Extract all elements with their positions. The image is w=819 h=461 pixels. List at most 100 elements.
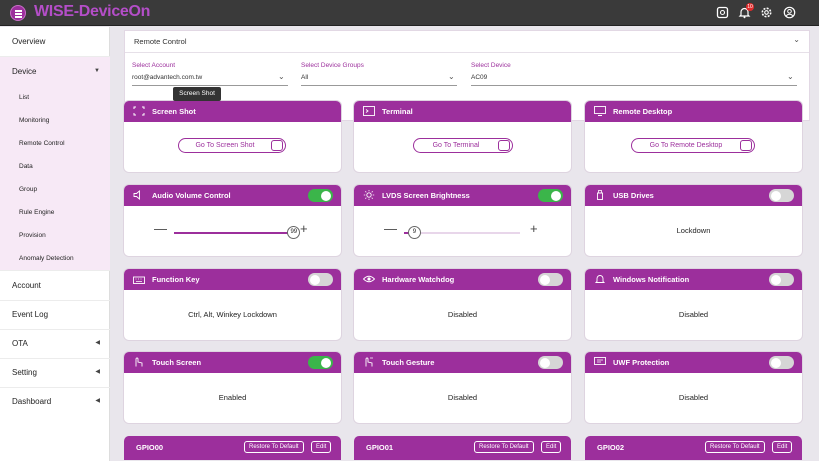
sidebar-item-data[interactable]: Data <box>0 155 110 178</box>
card-title: Audio Volume Control <box>152 191 231 200</box>
audio-toggle[interactable] <box>308 189 333 202</box>
status-text: Disabled <box>447 393 478 402</box>
brightness-slider-thumb[interactable]: 9 <box>407 226 421 239</box>
uwf-toggle[interactable] <box>769 356 794 369</box>
sidebar-item-label: Remote Control <box>19 140 65 147</box>
windows-notification-toggle[interactable] <box>769 273 794 286</box>
edit-button[interactable]: Edit <box>541 441 562 453</box>
device-select-label: Select Device <box>471 62 511 69</box>
chevron-down-icon[interactable]: ⌄ <box>787 72 794 81</box>
sidebar-item-provision[interactable]: Provision <box>0 224 110 247</box>
edit-button[interactable]: Edit <box>772 441 793 453</box>
user-icon[interactable] <box>783 6 796 19</box>
volume-slider-thumb[interactable]: 99 <box>287 226 301 239</box>
sidebar-item-setting[interactable]: Setting ◀ <box>0 358 110 387</box>
decrease-button[interactable]: — <box>154 222 167 235</box>
remote-desktop-card: Remote Desktop Go To Remote Desktop <box>585 101 802 172</box>
sidebar-item-remote-control[interactable]: Remote Control <box>0 132 110 155</box>
tooltip: Screen Shot <box>173 87 221 101</box>
increase-button[interactable]: + <box>300 222 308 235</box>
restore-default-button[interactable]: Restore To Default <box>474 441 534 453</box>
bell-icon <box>594 275 606 283</box>
sidebar-item-label: Event Log <box>12 310 49 319</box>
status-text: Disabled <box>678 310 709 319</box>
gpio-card-header: GPIO02 Restore To Default Edit <box>585 436 802 460</box>
card-title: Remote Desktop <box>613 107 673 116</box>
groups-select[interactable]: All <box>301 74 308 81</box>
screen-icon <box>271 140 283 151</box>
function-key-card: Function Key Ctrl, Alt, Winkey Lockdown <box>124 269 341 340</box>
device-select[interactable]: AC09 <box>471 74 487 81</box>
function-key-toggle[interactable] <box>308 273 333 286</box>
touch-gesture-toggle[interactable] <box>538 356 563 369</box>
restore-default-button[interactable]: Restore To Default <box>705 441 765 453</box>
go-to-screenshot-button[interactable]: Go To Screen Shot <box>178 138 286 153</box>
gpio-card-header: GPIO00 Restore To Default Edit <box>124 436 341 460</box>
sidebar-item-account[interactable]: Account <box>0 271 110 300</box>
volume-fill <box>174 232 294 234</box>
audio-volume-card: Audio Volume Control — 99 + <box>124 185 341 256</box>
chevron-down-icon[interactable]: ⌄ <box>278 72 285 81</box>
card-title: Terminal <box>382 107 413 116</box>
go-to-remote-desktop-button[interactable]: Go To Remote Desktop <box>631 138 755 153</box>
sidebar-item-label: Data <box>19 163 33 170</box>
sidebar-item-dashboard[interactable]: Dashboard ◀ <box>0 387 110 416</box>
gesture-icon <box>365 357 373 367</box>
account-select[interactable]: root@advantech.com.tw <box>132 74 202 81</box>
sidebar-item-monitoring[interactable]: Monitoring <box>0 109 110 132</box>
card-title: Touch Screen <box>152 358 202 367</box>
touch-screen-toggle[interactable] <box>308 356 333 369</box>
shield-monitor-icon <box>594 357 606 365</box>
touch-screen-card: Touch Screen Enabled <box>124 352 341 423</box>
menu-icon[interactable] <box>10 5 26 21</box>
collapse-chevron-icon[interactable]: ⌄ <box>793 35 800 44</box>
usb-drives-card: USB Drives Lockdown <box>585 185 802 256</box>
card-title: UWF Protection <box>613 358 670 367</box>
sidebar-item-group[interactable]: Group <box>0 178 110 201</box>
status-text: Lockdown <box>676 226 711 235</box>
keyboard-icon <box>133 276 145 284</box>
sidebar-item-label: OTA <box>12 339 28 348</box>
button-label: Go To Remote Desktop <box>649 142 723 149</box>
edit-button[interactable]: Edit <box>311 441 332 453</box>
screenshot-card: Screen Shot Go To Screen Shot <box>124 101 341 172</box>
sidebar-item-overview[interactable]: Overview <box>0 27 110 56</box>
windows-notification-card: Windows Notification Disabled <box>585 269 802 340</box>
watchdog-toggle[interactable] <box>538 273 563 286</box>
button-label: Go To Terminal <box>432 142 480 149</box>
app-logo[interactable]: WISE-DeviceOn <box>34 3 150 21</box>
tablet-icon[interactable] <box>716 6 729 19</box>
notification-badge: 10 <box>746 3 754 11</box>
crop-icon <box>133 106 145 116</box>
sidebar-item-anomaly-detection[interactable]: Anomaly Detection <box>0 247 110 270</box>
sidebar-item-rule-engine[interactable]: Rule Engine <box>0 201 110 224</box>
sidebar-item-list[interactable]: List <box>0 86 110 109</box>
eye-icon <box>363 275 375 283</box>
caret-left-icon: ◀ <box>95 369 100 375</box>
sidebar-item-event-log[interactable]: Event Log <box>0 300 110 329</box>
screen-icon <box>740 140 752 151</box>
account-select-label: Select Account <box>132 62 175 69</box>
sidebar-item-ota[interactable]: OTA ◀ <box>0 329 110 358</box>
chevron-down-icon[interactable]: ⌄ <box>448 72 455 81</box>
restore-default-button[interactable]: Restore To Default <box>244 441 304 453</box>
button-label: Go To Screen Shot <box>195 142 255 149</box>
sidebar-item-label: Rule Engine <box>19 209 55 216</box>
sidebar-item-label: Dashboard <box>12 397 52 406</box>
status-text: Enabled <box>218 393 247 402</box>
decrease-button[interactable]: — <box>384 222 397 235</box>
caret-down-icon: ▼ <box>94 68 100 74</box>
sidebar-item-device[interactable]: Device ▼ <box>0 57 110 86</box>
gear-icon[interactable] <box>760 6 773 19</box>
increase-button[interactable]: + <box>530 222 538 235</box>
go-to-terminal-button[interactable]: Go To Terminal <box>413 138 513 153</box>
sidebar-item-label: Anomaly Detection <box>19 255 74 262</box>
gpio-title: GPIO00 <box>136 443 164 452</box>
panel-title: Remote Control <box>134 37 187 46</box>
lvds-toggle[interactable] <box>538 189 563 202</box>
sidebar-item-label: Overview <box>12 37 46 46</box>
usb-toggle[interactable] <box>769 189 794 202</box>
card-title: Windows Notification <box>613 275 690 284</box>
terminal-icon <box>363 106 375 116</box>
sidebar: Overview Device ▼ List Monitoring Remote… <box>0 27 110 461</box>
